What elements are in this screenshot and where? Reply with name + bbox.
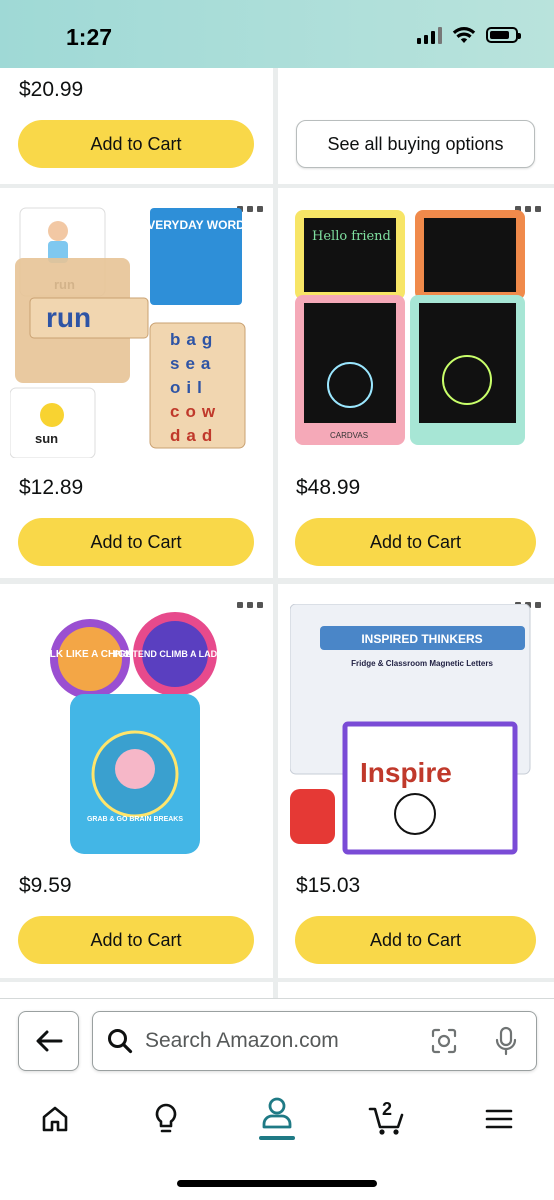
add-to-cart-button[interactable]: Add to Cart (18, 120, 254, 168)
block-row-4: cow (170, 402, 221, 421)
product-price: $48.99 (296, 476, 361, 499)
block-text-run: run (46, 302, 91, 333)
spelling-blocks-image: run run sun EVERYDAY WORDS bag sea oil c… (10, 207, 253, 458)
search-icon (108, 1029, 133, 1054)
status-bar: 1:27 (0, 0, 554, 68)
board-text: Inspire (360, 757, 452, 788)
product-image[interactable]: Hello friend CARDVAS (290, 210, 545, 455)
nav-cart[interactable]: 2 (358, 1089, 418, 1149)
nav-account[interactable] (247, 1089, 307, 1149)
bottom-toolbar: 2 (0, 998, 554, 1200)
search-input[interactable] (145, 1026, 415, 1056)
cart-count: 2 (382, 1099, 393, 1119)
bottom-nav: 2 (0, 1089, 554, 1149)
product-price: $9.59 (19, 874, 72, 897)
tablet-text: Hello friend (312, 229, 391, 244)
box-brand: INSPIRED THINKERS (361, 632, 482, 646)
wifi-icon (452, 27, 476, 43)
product-card: run run sun EVERYDAY WORDS bag sea oil c… (0, 188, 273, 578)
search-bar[interactable] (92, 1011, 537, 1071)
card-climb-ladder: PRETEND CLIMB A LADDER (114, 649, 225, 659)
battery-icon (486, 27, 521, 43)
lightbulb-icon (155, 1103, 177, 1133)
product-price: $15.03 (296, 874, 361, 897)
nav-home[interactable] (25, 1089, 85, 1149)
nav-inspire[interactable] (136, 1089, 196, 1149)
product-card (0, 982, 273, 998)
card-text-sun: sun (35, 431, 58, 446)
block-row-2: sea (170, 354, 216, 373)
add-to-cart-button[interactable]: Add to Cart (295, 518, 536, 566)
add-to-cart-button[interactable]: Add to Cart (18, 518, 254, 566)
microphone-icon[interactable] (495, 1026, 517, 1056)
home-icon (42, 1106, 68, 1132)
product-image[interactable]: run run sun EVERYDAY WORDS bag sea oil c… (10, 203, 260, 458)
add-to-cart-button[interactable]: Add to Cart (18, 916, 254, 964)
product-card: $20.99 Add to Cart (0, 68, 273, 184)
more-options-icon[interactable] (237, 602, 265, 612)
box-subtitle: Fridge & Classroom Magnetic Letters (351, 659, 493, 668)
product-image[interactable]: WALK LIKE A CHICKEN PRETEND CLIMB A LADD… (45, 599, 225, 859)
back-button[interactable] (18, 1011, 79, 1071)
writing-tablets-image: Hello friend CARDVAS (295, 210, 525, 445)
account-icon (259, 1097, 295, 1140)
product-grid: $20.99 Add to Cart See all buying option… (0, 68, 554, 998)
home-indicator (177, 1180, 377, 1187)
tablet-brand: CARDVAS (330, 431, 368, 440)
product-price: $20.99 (19, 78, 84, 101)
product-card: WALK LIKE A CHICKEN PRETEND CLIMB A LADD… (0, 584, 273, 978)
product-price: $12.89 (19, 476, 84, 499)
signal-icon (417, 26, 442, 44)
nav-menu[interactable] (469, 1089, 529, 1149)
product-card: See all buying options (278, 68, 554, 184)
menu-icon (485, 1109, 513, 1129)
block-row-1: bag (170, 330, 218, 349)
status-time: 1:27 (66, 24, 113, 50)
product-card (278, 982, 554, 998)
status-icons (417, 26, 521, 44)
book-title: EVERYDAY WORDS (139, 218, 253, 232)
back-arrow-icon (36, 1030, 62, 1052)
cup-text: GRAB & GO BRAIN BREAKS (87, 816, 183, 823)
camera-icon[interactable] (430, 1027, 458, 1055)
product-image[interactable]: INSPIRED THINKERS Fridge & Classroom Mag… (290, 604, 542, 859)
block-row-3: oil (170, 378, 208, 397)
brain-break-image: WALK LIKE A CHICKEN PRETEND CLIMB A LADD… (45, 612, 225, 854)
product-card: INSPIRED THINKERS Fridge & Classroom Mag… (278, 584, 554, 978)
add-to-cart-button[interactable]: Add to Cart (295, 916, 536, 964)
see-all-buying-options-button[interactable]: See all buying options (296, 120, 535, 168)
block-row-5: dad (170, 426, 218, 445)
product-card: Hello friend CARDVAS $48.99 Add to Cart (278, 188, 554, 578)
magnetic-letters-image: INSPIRED THINKERS Fridge & Classroom Mag… (290, 604, 531, 855)
